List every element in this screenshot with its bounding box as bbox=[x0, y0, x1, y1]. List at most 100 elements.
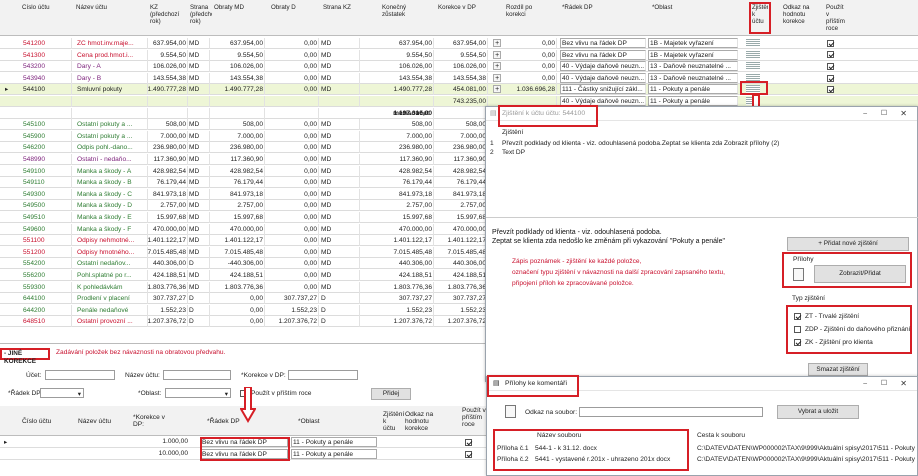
finding-text-1[interactable]: Převzít podklady od klienta - viz. odouh… bbox=[492, 229, 662, 236]
radek-dropdown[interactable]: Bez vlivu na řádek DP bbox=[560, 38, 646, 48]
oblast-dropdown[interactable]: 11 - Pokuty a penále bbox=[648, 96, 738, 106]
col-header[interactable]: Použít v příštím roce bbox=[462, 407, 486, 428]
cell-kz: 7.000,00 bbox=[136, 130, 188, 142]
finding-item[interactable]: Převzít podklady od klienta - viz. odouh… bbox=[502, 140, 722, 147]
col-header[interactable]: Strana KZ bbox=[323, 4, 363, 11]
radek-select[interactable]: ▾ bbox=[40, 388, 84, 398]
cell-md: 15.997,68 bbox=[210, 212, 265, 223]
radek-dropdown[interactable]: 40 - Výdaje daňově neuzn... bbox=[560, 61, 646, 72]
show-add-attachment-button[interactable]: Zobrazit/Přidat bbox=[814, 265, 906, 283]
delete-finding-button[interactable]: Smazat zjištění bbox=[808, 363, 868, 376]
add-finding-button[interactable]: + Přidat nové zjištění bbox=[787, 237, 909, 251]
cell-zk: 508,00 bbox=[360, 119, 434, 131]
col-header[interactable]: Číslo účtu bbox=[22, 418, 51, 425]
select-save-button[interactable]: Vybrat a uložit bbox=[777, 405, 859, 419]
maximize-icon[interactable]: ☐ bbox=[881, 107, 887, 121]
col-header[interactable]: *Řádek DP bbox=[562, 4, 622, 11]
cell-zk: 15.997,68 bbox=[360, 212, 434, 223]
col-header[interactable]: Konečný zůstatek bbox=[382, 4, 422, 18]
add-correction-icon[interactable]: + bbox=[492, 50, 502, 61]
oblast-dropdown[interactable]: 11 - Pokuty a penále bbox=[291, 437, 377, 447]
col-header[interactable]: Rozdíl po korekci bbox=[506, 4, 542, 18]
highlight-box bbox=[749, 2, 771, 34]
cell-zk: 76.179,44 bbox=[360, 177, 434, 189]
radek-dropdown[interactable]: Bez vlivu na řádek DP bbox=[560, 49, 646, 60]
col-header[interactable]: Odkaz na hodnotu korekce bbox=[405, 411, 435, 432]
use-next-year-checkbox[interactable] bbox=[826, 61, 838, 72]
use-next-year-checkbox[interactable] bbox=[465, 451, 472, 458]
cell-kz: 2.757,00 bbox=[136, 200, 188, 212]
close-icon[interactable]: ✕ bbox=[900, 377, 907, 391]
col-header[interactable]: Obraty D bbox=[271, 4, 311, 11]
attachments-link[interactable]: Zobrazit přílohy (2) bbox=[724, 140, 779, 147]
section-note: Zadávání položek bez návaznosti na obrat… bbox=[56, 349, 226, 356]
oblast-dropdown[interactable]: 13 - Daňově neuznatelné ... bbox=[648, 61, 738, 72]
radek-dropdown[interactable]: 40 - Výdaje daňově neuzn... bbox=[560, 72, 646, 83]
col-header[interactable]: Název účtu bbox=[76, 4, 122, 11]
oblast-dropdown[interactable]: 13 - Daňově neuznatelné ... bbox=[648, 72, 738, 83]
pridej-button[interactable]: Přidej bbox=[371, 388, 411, 400]
use-next-year-checkbox[interactable] bbox=[826, 73, 838, 84]
table-row[interactable]: 543940 Dary - B 143.554,38 MD 143.554,38 0,00… bbox=[0, 72, 918, 84]
col-header[interactable]: Strana (předchozí rok) bbox=[190, 4, 212, 25]
col-header[interactable]: *Řádek DP bbox=[207, 418, 240, 425]
use-next-year-checkbox[interactable] bbox=[826, 84, 838, 95]
oblast-dropdown[interactable]: 11 - Pokuty a penále bbox=[291, 449, 377, 459]
window-icon: ▤ bbox=[490, 110, 497, 117]
add-correction-icon[interactable]: + bbox=[492, 73, 502, 84]
file-link-input[interactable] bbox=[579, 407, 763, 417]
col-header[interactable]: Odkaz na hodnotu korekce bbox=[783, 4, 819, 25]
table-row[interactable]: 541200 ZC hmot.inv.maje... 637.954,00 MD 637… bbox=[0, 38, 918, 49]
add-correction-icon[interactable]: + bbox=[492, 38, 502, 49]
close-icon[interactable]: ✕ bbox=[900, 107, 907, 121]
add-correction-icon[interactable]: + bbox=[492, 84, 502, 95]
oblast-dropdown[interactable]: 1B - Majetek vyřazení bbox=[648, 49, 738, 60]
finding-item[interactable]: Text DP bbox=[502, 149, 525, 156]
add-correction-icon[interactable]: + bbox=[492, 61, 502, 72]
cell-sk bbox=[320, 96, 360, 107]
findings-icon[interactable] bbox=[745, 38, 765, 49]
col-header[interactable]: Zjištění k účtu bbox=[383, 411, 404, 432]
zdp-checkbox[interactable] bbox=[794, 326, 801, 333]
col-header[interactable]: *Korekce v DP: bbox=[133, 414, 171, 428]
cell-d: 0,00 bbox=[265, 49, 319, 61]
cell-d: 0,00 bbox=[265, 258, 319, 270]
findings-icon[interactable] bbox=[745, 50, 765, 61]
cell-s: MD bbox=[188, 281, 210, 293]
col-header[interactable]: Cesta k souboru bbox=[697, 432, 745, 439]
table-row[interactable]: 543200 Dary - A 106.026,00 MD 106.026,00 0,00… bbox=[0, 61, 918, 73]
oblast-select[interactable]: ▾ bbox=[165, 388, 231, 398]
col-header[interactable]: Použít v příštím roce bbox=[826, 4, 848, 32]
cell-sk: MD bbox=[320, 270, 360, 281]
minimize-icon[interactable]: – bbox=[863, 377, 867, 391]
section-title[interactable]: - JINÉ KOREKCE bbox=[0, 348, 50, 365]
cell-kz: 470.000,00 bbox=[136, 223, 188, 235]
nazev-input[interactable] bbox=[163, 370, 231, 380]
highlight-box bbox=[740, 81, 768, 95]
korekce-input[interactable] bbox=[288, 370, 358, 380]
highlight-box bbox=[200, 437, 290, 461]
zk-checkbox[interactable] bbox=[794, 339, 801, 346]
col-header[interactable]: Název účtu bbox=[78, 418, 111, 425]
col-header[interactable]: *Oblast bbox=[298, 418, 320, 425]
table-row[interactable]: 541300 Cena prod.hmot.i... 9.554,50 MD 9.554… bbox=[0, 49, 918, 61]
use-next-year-checkbox[interactable] bbox=[826, 50, 838, 61]
table-row[interactable]: ▸ 544100 Smluvní pokuty 1.490.777,28 MD 1.490… bbox=[0, 84, 918, 96]
col-header[interactable]: Korekce v DP bbox=[438, 4, 480, 11]
use-next-year-checkbox[interactable] bbox=[465, 439, 472, 446]
maximize-icon[interactable]: ☐ bbox=[881, 377, 887, 391]
col-header[interactable]: Obraty MD bbox=[214, 4, 254, 11]
ucet-input[interactable] bbox=[45, 370, 115, 380]
findings-icon[interactable] bbox=[745, 61, 765, 72]
zk-label: ZK - Zjištění pro klienta bbox=[805, 339, 873, 346]
use-next-year-checkbox[interactable] bbox=[826, 38, 838, 49]
col-header[interactable]: Číslo účtu bbox=[22, 4, 62, 11]
oblast-dropdown[interactable]: 1B - Majetek vyřazení bbox=[648, 38, 738, 48]
col-header[interactable]: *Oblast bbox=[652, 4, 712, 11]
minimize-icon[interactable]: – bbox=[863, 107, 867, 121]
zt-checkbox[interactable] bbox=[794, 313, 801, 320]
col-header[interactable]: KZ (předchozí rok) bbox=[150, 4, 188, 25]
radek-dropdown[interactable]: 111 - Částky snižující zákl... bbox=[560, 84, 646, 95]
oblast-dropdown[interactable]: 11 - Pokuty a penále bbox=[648, 84, 738, 95]
finding-text-2[interactable]: Zeptat se klienta zda nedošlo ke změnám … bbox=[492, 238, 725, 245]
